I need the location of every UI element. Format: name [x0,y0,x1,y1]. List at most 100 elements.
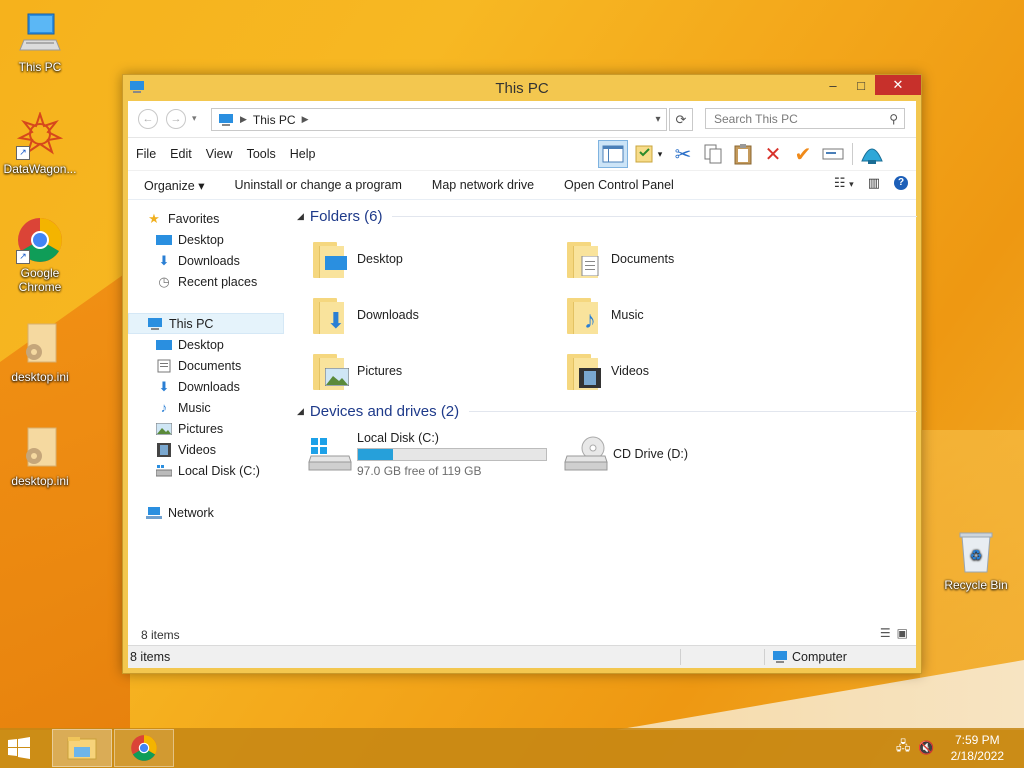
desktop-icon-chrome[interactable]: ↗ Google Chrome [0,216,80,294]
nav-this-pc-videos[interactable]: Videos [128,439,288,460]
group-title: Devices and drives (2) [309,403,460,420]
breadcrumb-this-pc[interactable]: This PC [253,113,296,127]
desktop-icon-this-pc[interactable]: This PC [0,10,80,74]
open-control-panel-button[interactable]: Open Control Panel [564,178,674,192]
nav-favorites-desktop[interactable]: Desktop [128,229,288,250]
folder-videos[interactable]: Videos [565,346,805,396]
chevron-down-icon: ▾ [849,179,854,189]
uninstall-program-button[interactable]: Uninstall or change a program [234,178,401,192]
desktop-icon-recycle-bin[interactable]: ♻ Recycle Bin [936,528,1016,592]
desktop-icon-label: This PC [18,60,62,74]
settings-file-icon [16,320,64,368]
windows-start-icon[interactable] [8,737,30,759]
taskbar-file-explorer[interactable] [52,729,112,767]
maximize-button[interactable]: □ [847,75,875,95]
map-network-drive-button[interactable]: Map network drive [432,178,534,192]
change-view-button[interactable]: ☷ ▾ [834,175,854,191]
nav-label: Desktop [178,232,224,247]
nav-this-pc-desktop[interactable]: Desktop [128,334,288,355]
pane-icon: ▥ [867,175,880,190]
title-bar[interactable]: This PC – □ ✕ [123,75,921,101]
datawagon-icon: ↗ [16,110,64,160]
file-explorer-icon [67,737,97,760]
desktop-icon-desktop-ini-2[interactable]: desktop.ini [0,424,80,488]
menu-file[interactable]: File [136,147,156,161]
nav-label: Desktop [178,337,224,352]
delete-x-icon: ✕ [764,143,782,166]
rename-button[interactable] [818,140,848,168]
arrow-right-icon: → [170,113,182,125]
delete-button[interactable]: ✕ [758,140,788,168]
network-tray-icon[interactable]: 🖧 [896,737,911,759]
taskbar-chrome[interactable] [114,729,174,767]
address-bar[interactable]: ▶ This PC ▶ ▾ [211,108,667,131]
close-button[interactable]: ✕ [875,75,921,95]
toolbar-divider [852,143,853,165]
clock[interactable]: 7:59 PM 2/18/2022 [951,732,1004,764]
menu-edit[interactable]: Edit [170,147,192,161]
breadcrumb-chevron-icon[interactable]: ▶ [302,114,309,125]
nav-label: Pictures [178,421,224,436]
nav-this-pc-music[interactable]: ♪ Music [128,397,288,418]
folder-pictures[interactable]: Pictures [311,346,551,396]
folder-desktop[interactable]: Desktop [311,234,551,284]
address-dropdown-chevron-icon[interactable]: ▾ [650,114,666,125]
back-button[interactable]: ← [138,109,158,129]
minimize-button[interactable]: – [819,75,847,95]
status-item-count: 8 items [130,650,171,664]
chrome-icon [131,735,157,761]
refresh-button[interactable]: ⟳ [669,108,693,131]
arrow-left-icon: ← [142,113,154,125]
desktop-icon-label: DataWagon... [3,162,77,176]
clipboard-icon [734,144,752,165]
preview-pane-button[interactable] [598,140,628,168]
nav-this-pc-documents[interactable]: Documents [128,355,288,376]
search-icon[interactable]: ⚲ [889,112,898,126]
desktop-icon [156,233,172,247]
content-area: ◢ Folders (6) Desktop Documents ⬇ Downlo… [293,198,917,616]
menu-tools[interactable]: Tools [247,147,276,161]
nav-this-pc-local-disk[interactable]: Local Disk (C:) [128,460,288,481]
folders-group-header[interactable]: ◢ Folders (6) [297,208,917,225]
desktop-icon-desktop-ini-1[interactable]: desktop.ini [0,320,80,384]
nav-favorites[interactable]: ★ Favorites [128,208,288,229]
preview-pane-toggle[interactable]: ▥ [868,175,880,191]
paste-button[interactable] [728,140,758,168]
organize-button[interactable]: Organize ▾ [144,178,204,193]
devices-group-header[interactable]: ◢ Devices and drives (2) [297,403,917,420]
help-icon[interactable]: ? [894,176,908,190]
folder-options-button[interactable]: ▾ [628,140,668,168]
search-input[interactable]: Search This PC ⚲ [705,108,905,129]
nav-this-pc-pictures[interactable]: Pictures [128,418,288,439]
taskbar: 🖧 🔇 7:59 PM 2/18/2022 [0,728,1024,768]
drive-cd[interactable]: CD Drive (D:) [563,426,803,482]
copy-button[interactable] [698,140,728,168]
documents-icon [156,359,172,373]
recent-locations-chevron-icon[interactable]: ▾ [192,113,197,124]
cut-button[interactable]: ✂ [668,140,698,168]
volume-muted-icon[interactable]: 🔇 [918,740,934,756]
folder-music[interactable]: ♪ Music [565,290,805,340]
desktop-icon-datawagon[interactable]: ↗ DataWagon... [0,110,80,176]
drive-local-disk[interactable]: Local Disk (C:) 97.0 GB free of 119 GB [307,426,557,482]
nav-network[interactable]: Network [128,502,288,523]
nav-favorites-recent-places[interactable]: ◷ Recent places [128,271,288,292]
download-arrow-icon: ⬇ [158,252,170,268]
shell-icon [861,148,883,164]
forward-button[interactable]: → [166,109,186,129]
breadcrumb-chevron-icon[interactable]: ▶ [240,114,247,125]
nav-this-pc-downloads[interactable]: ⬇ Downloads [128,376,288,397]
nav-this-pc[interactable]: This PC [128,313,284,334]
desktop-overlay-icon [325,256,347,274]
folder-downloads[interactable]: ⬇ Downloads [311,290,551,340]
recent-places-icon: ◷ [158,273,170,289]
menu-view[interactable]: View [206,147,233,161]
shell-button[interactable] [857,140,887,168]
details-view-button[interactable]: ☰ [880,626,891,640]
properties-button[interactable]: ✔ [788,140,818,168]
large-icons-view-button[interactable]: ▣ [897,626,908,640]
nav-favorites-downloads[interactable]: ⬇ Downloads [128,250,288,271]
hard-drive-icon [156,464,172,478]
menu-help[interactable]: Help [290,147,316,161]
folder-documents[interactable]: Documents [565,234,805,284]
